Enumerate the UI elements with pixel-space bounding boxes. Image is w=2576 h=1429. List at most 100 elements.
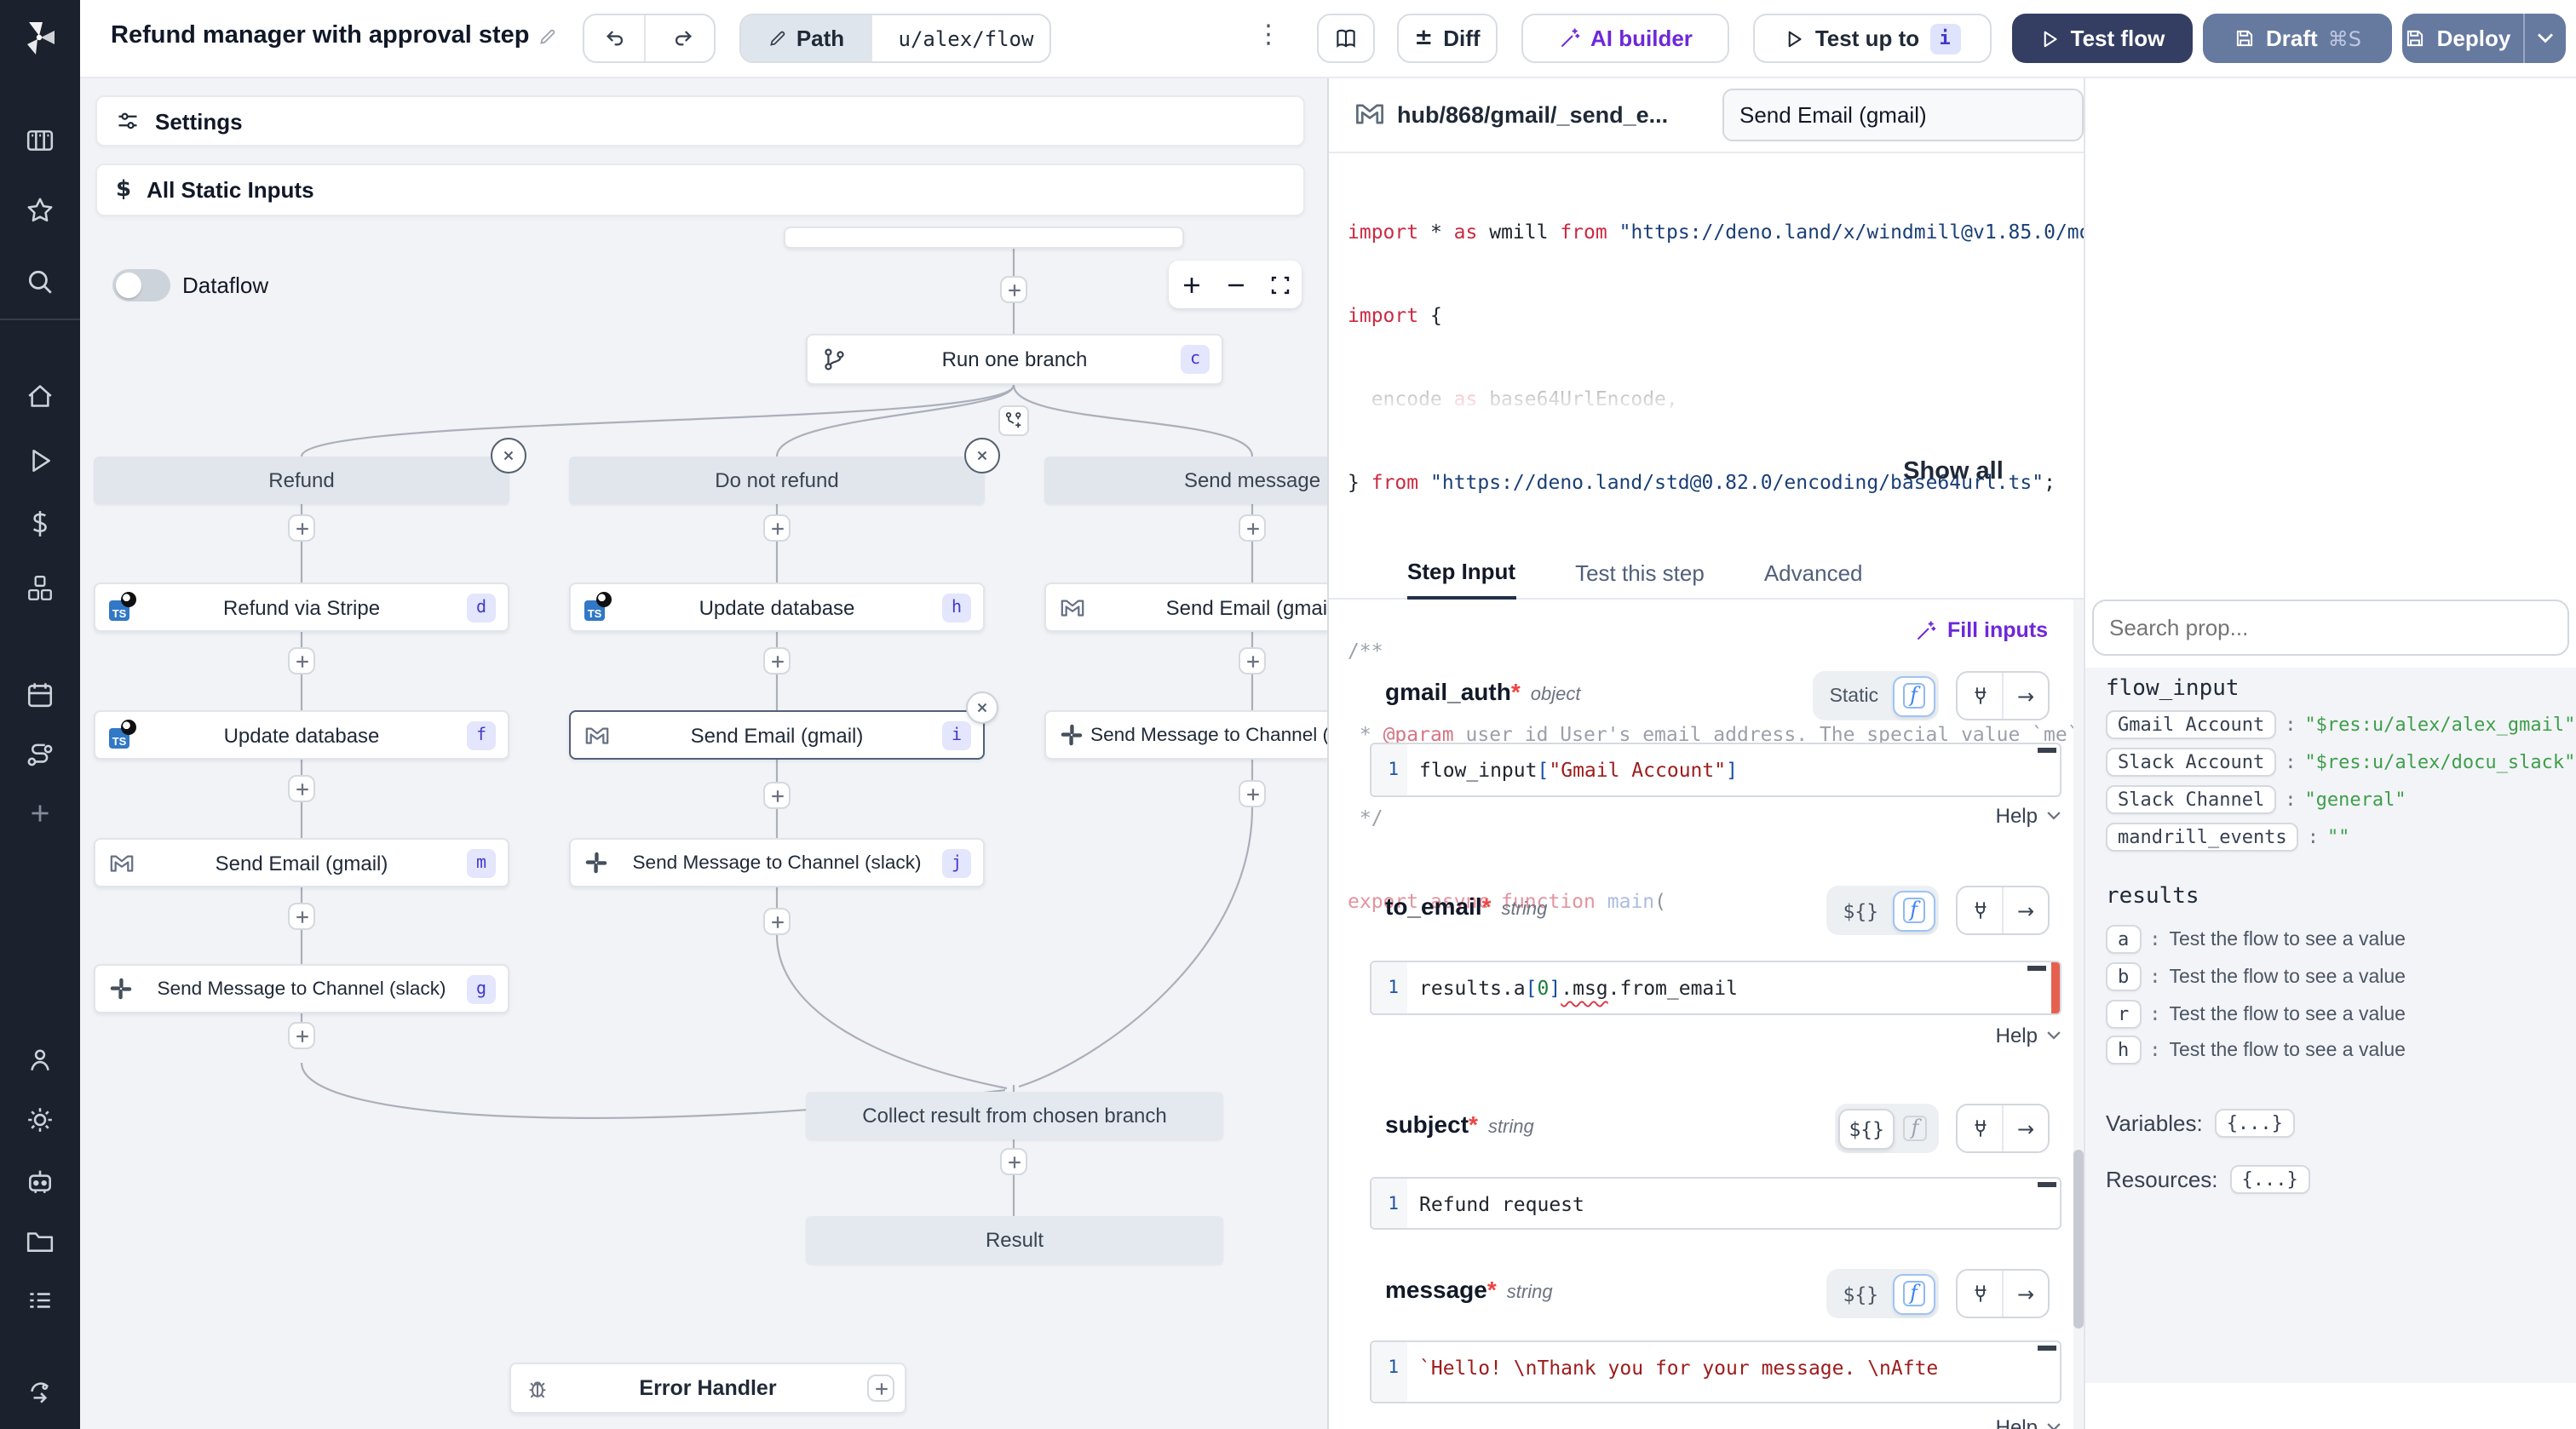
windmill-logo-icon[interactable] [19,17,60,58]
flow-title[interactable]: Refund manager with approval step [111,22,557,49]
mode-static[interactable]: Static [1816,686,1893,706]
arrow-right-icon[interactable]: → [2002,1105,2048,1151]
scrollbar[interactable] [2073,600,2084,1429]
help-toggle[interactable]: Help [1891,1024,2061,1047]
flow-node-update-database[interactable]: TS Update database h [569,583,985,632]
undo-button[interactable] [584,15,645,61]
collect-result-node[interactable]: Collect result from chosen branch [806,1092,1223,1139]
test-flow-button[interactable]: Test flow [2012,14,2193,63]
add-step-button[interactable] [1000,1148,1027,1175]
sidebar-item-home[interactable] [26,382,55,410]
path-control[interactable]: Path u/alex/flow [739,14,1051,63]
add-step-button[interactable] [288,514,315,542]
test-up-to-button[interactable]: Test up to i [1753,14,1992,63]
sidebar-item-account[interactable] [26,1046,55,1075]
flow-node-send-email[interactable]: Send Email (gmail) [1044,583,1327,632]
sidebar-item-audit-logs[interactable] [26,1286,55,1315]
tab-test-this-step[interactable]: Test this step [1575,548,1705,599]
deploy-dropdown[interactable] [2523,14,2566,63]
variables-row[interactable]: Variables: {...} [2106,1109,2295,1138]
flow-node-send-slack-message[interactable]: Send Message to Channel (slack) j [569,838,985,887]
help-toggle[interactable]: Help [1891,804,2061,828]
flow-node-send-email[interactable]: Send Email (gmail) m [94,838,509,887]
add-step-button[interactable] [1239,514,1266,542]
fill-inputs-button[interactable]: Fill inputs [1915,618,2048,642]
flow-node-refund-via-stripe[interactable]: TS Refund via Stripe d [94,583,509,632]
sidebar-item-schedules[interactable] [26,680,55,709]
prop-row[interactable]: Slack Channel: "general" [2106,785,2406,814]
branch-header-send-message[interactable]: Send message [1044,456,1327,504]
mode-template[interactable]: ${} [1830,1282,1893,1306]
tab-advanced[interactable]: Advanced [1764,548,1863,599]
run-one-branch-node[interactable]: Run one branch c [806,334,1223,385]
mode-expression[interactable]: f [1892,675,1935,716]
add-branch-button[interactable] [998,405,1029,436]
add-step-button[interactable] [1239,647,1266,674]
flow-node-update-database[interactable]: TS Update database f [94,710,509,760]
prop-row[interactable]: Gmail Account: "$res:u/alex/alex_gmail" [2106,710,2575,739]
editor-to-email[interactable]: 1 results.a[0].msg.from_email [1370,961,2061,1015]
mode-expression[interactable]: f [1892,890,1935,931]
draft-button[interactable]: Draft ⌘S [2203,14,2392,63]
plug-icon[interactable] [1958,899,2002,921]
result-row[interactable]: a: Test the flow to see a value [2106,925,2406,954]
sidebar-item-add[interactable] [26,799,55,828]
prop-row[interactable]: Slack Account: "$res:u/alex/docu_slack" [2106,748,2575,777]
result-row[interactable]: b: Test the flow to see a value [2106,962,2406,991]
deploy-button[interactable]: Deploy [2402,14,2566,63]
flow-settings-bar[interactable]: Settings [95,95,1305,146]
all-static-inputs-bar[interactable]: $ All Static Inputs [95,164,1305,216]
add-step-button[interactable] [1000,276,1027,303]
sidebar-item-search[interactable] [26,267,55,296]
arrow-right-icon[interactable]: → [2002,887,2048,933]
mode-expression[interactable]: f [1892,1273,1935,1314]
sidebar-item-workers[interactable] [26,1167,55,1196]
remove-branch-button[interactable] [964,438,1000,473]
sidebar-item-resources[interactable] [26,574,55,603]
help-toggle[interactable]: Help [1891,1415,2061,1429]
editor-gmail-auth[interactable]: 1 flow_input["Gmail Account"] [1370,743,2061,797]
flow-canvas[interactable]: Settings $ All Static Inputs Dataflow Ru… [80,77,1327,1429]
prop-row[interactable]: mandrill_events: "" [2106,823,2349,852]
zoom-out-icon[interactable] [1224,273,1246,296]
sidebar-item-variables[interactable] [26,509,55,538]
mode-expression[interactable]: f [1895,1108,1935,1149]
result-node[interactable]: Result [806,1216,1223,1264]
resources-row[interactable]: Resources: {...} [2106,1165,2310,1194]
add-step-button[interactable] [288,1022,315,1049]
add-step-button[interactable] [763,908,791,935]
sidebar-item-folders[interactable] [26,1226,55,1255]
sidebar-item-routes[interactable] [26,741,55,770]
fit-view-icon[interactable] [1268,273,1291,296]
add-step-button[interactable] [763,514,791,542]
flow-node-send-slack-message[interactable]: Send Message to Channel (slack) [1044,710,1327,760]
flow-node-send-email-selected[interactable]: Send Email (gmail) i [569,710,985,760]
step-summary-input[interactable] [1722,89,2084,141]
add-step-button[interactable] [288,775,315,802]
result-row[interactable]: h: Test the flow to see a value [2106,1036,2406,1065]
ai-builder-button[interactable]: AI builder [1521,14,1729,63]
error-handler-node[interactable]: Error Handler [509,1363,906,1414]
dataflow-toggle[interactable] [112,269,170,301]
delete-step-button[interactable] [966,692,998,724]
path-value[interactable]: u/alex/flow [883,15,1049,61]
diff-button[interactable]: ± Diff [1397,14,1498,63]
docs-button[interactable] [1317,14,1375,63]
flow-input-node-partial[interactable] [784,227,1184,249]
editor-message[interactable]: 1 `Hello! \nThank you for your message. … [1370,1340,2061,1403]
tab-step-input[interactable]: Step Input [1407,548,1516,599]
arrow-right-icon[interactable]: → [2002,1271,2048,1317]
edit-title-pencil-icon[interactable] [538,26,557,45]
add-step-button[interactable] [763,782,791,809]
add-step-button[interactable] [288,647,315,674]
search-prop-input[interactable] [2092,600,2569,656]
sidebar-item-favorites[interactable] [26,196,55,225]
mode-template[interactable]: ${} [1838,1108,1895,1149]
sidebar-item-switch-workspace[interactable] [26,1378,55,1407]
mode-template[interactable]: ${} [1830,898,1893,922]
sidebar-item-apps[interactable] [26,126,55,155]
more-menu-icon[interactable]: ⋮ [1256,19,1281,49]
plug-icon[interactable] [1958,1117,2002,1139]
remove-branch-button[interactable] [491,438,526,473]
arrow-right-icon[interactable]: → [2002,673,2048,719]
